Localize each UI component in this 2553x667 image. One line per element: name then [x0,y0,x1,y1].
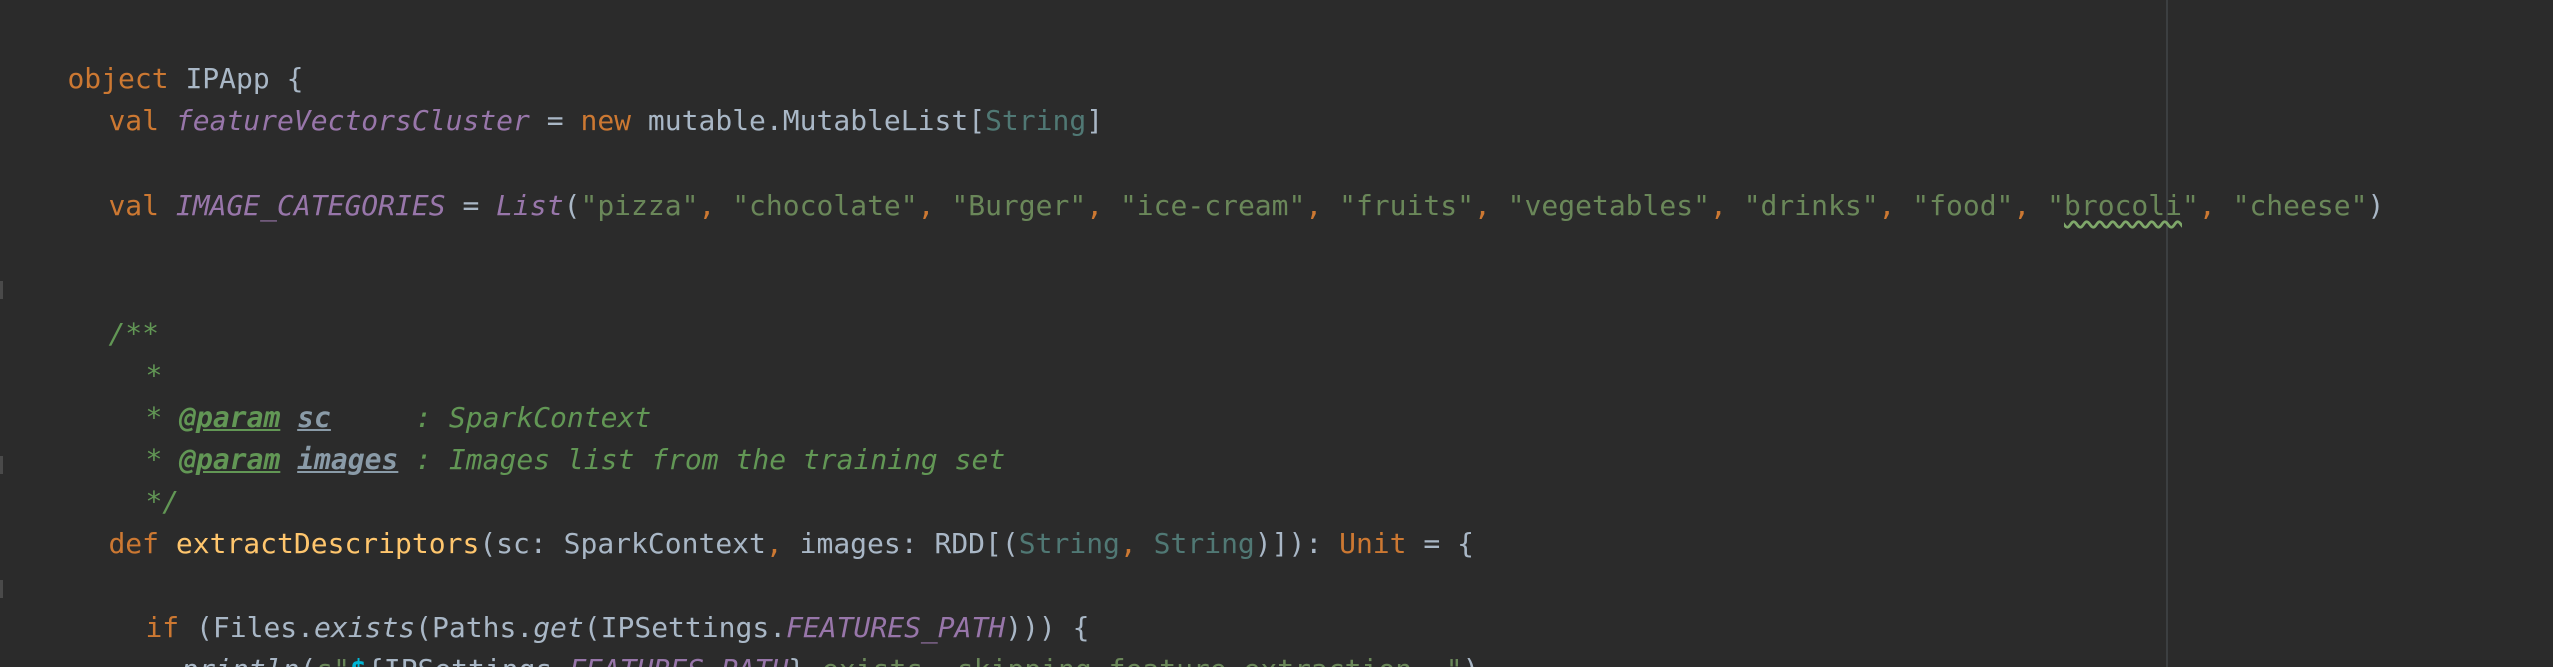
code-text: ] [1086,104,1104,137]
constant-features-path: FEATURES_PATH [569,653,788,667]
code-editor[interactable]: object IPApp { val featureVectorsCluster… [0,0,2553,667]
code-line-if[interactable]: if (Files.exists(Paths.get(IPSettings.FE… [78,565,1089,644]
string-literal: "Burger" [951,189,1087,222]
code-text: {IPSettings. [367,653,569,667]
paren: ( [299,653,316,667]
string-literal: "drinks" [1743,189,1879,222]
type-unit: Unit [1339,527,1407,560]
field-name: IMAGE_CATEGORIES [175,189,446,222]
param-name: images [297,443,399,476]
comma: , [1305,189,1340,222]
doc-comment-param-images[interactable]: * @param images : Images list from the t… [78,397,1005,476]
list-constructor: List [496,189,564,222]
field-name: featureVectorsCluster [175,104,530,137]
doc-comment-open[interactable]: /** [41,271,159,350]
string-literal: "fruits" [1339,189,1474,222]
fold-marker[interactable] [0,456,3,474]
code-text: } [788,653,805,667]
string-literal: exists, skipping feature extraction.." [805,653,1463,667]
comma: , [1473,189,1508,222]
code-line-def[interactable]: def extractDescriptors(sc: SparkContext,… [41,481,1474,560]
code-text: (sc: SparkContext [479,527,766,560]
spelling-warning[interactable]: brocoli [2064,189,2182,222]
string-literal: " [2182,189,2199,222]
code-line-feature-vectors[interactable]: val featureVectorsCluster = new mutable.… [41,58,1103,137]
paren: ) [2367,189,2385,222]
doc-comment-param-sc[interactable]: * @param sc : SparkContext [78,355,651,434]
string-literal: "cheese" [2232,189,2368,222]
string-literal: "food" [1912,189,2014,222]
code-line-println[interactable]: println(s"${IPSettings.FEATURES_PATH} ex… [114,607,1479,667]
code-line-object[interactable]: object IPApp { [0,16,303,95]
string-literal: " [2047,189,2064,222]
fold-marker[interactable] [0,580,3,598]
string-literal: "vegetables" [1507,189,1710,222]
comma: , [2198,189,2233,222]
code-text: images: RDD[( [799,527,1019,560]
paren: ( [563,189,581,222]
code-line-image-categories[interactable]: val IMAGE_CATEGORIES = List("pizza", "ch… [41,143,2384,222]
comma: , [2013,189,2048,222]
fold-marker[interactable] [0,281,3,299]
string-literal: "chocolate" [732,189,918,222]
function-name: extractDescriptors [175,527,480,560]
comma: , [1709,189,1744,222]
comma: , [1119,527,1154,560]
operator: = [529,104,581,137]
comma: , [917,189,952,222]
string-literal: "pizza" [580,189,699,222]
doc-comment-close[interactable]: */ [78,439,179,518]
string-interpolator: s" [316,653,350,667]
paren: ) [1463,653,1480,667]
comma: , [1878,189,1913,222]
comma: , [765,527,800,560]
doc-comment-line[interactable]: * [78,313,162,392]
right-margin-guide [2166,0,2168,667]
string-literal: "ice-cream" [1119,189,1306,222]
param-description: : Images list from the training set [398,443,1006,476]
operator: = [445,189,497,222]
param-tag: @param [179,443,281,476]
keyword-new: new [580,104,632,137]
type-name: String [985,104,1087,137]
comma: , [1086,189,1120,222]
interpolation-dollar: $ [350,653,367,667]
function-println: println [181,653,299,667]
comma: , [698,189,733,222]
type-name: String [1018,527,1120,560]
keyword-val: val [108,189,160,222]
type-name: String [1153,527,1255,560]
keyword-def: def [108,527,160,560]
code-text: = { [1406,527,1474,560]
code-text: mutable.MutableList[ [631,104,986,137]
keyword-val: val [108,104,160,137]
code-text: )]): [1254,527,1340,560]
